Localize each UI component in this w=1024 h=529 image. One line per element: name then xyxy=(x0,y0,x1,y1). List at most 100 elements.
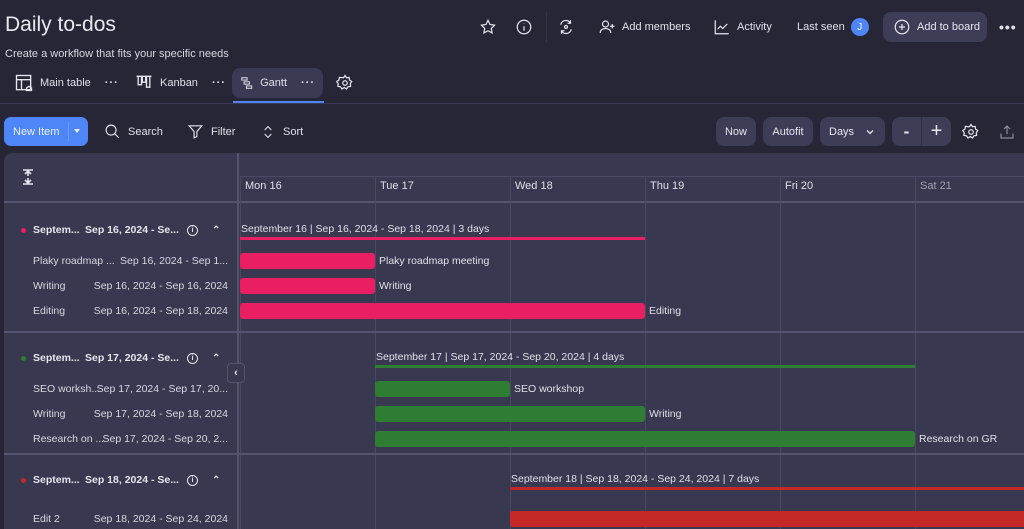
view-settings-button[interactable] xyxy=(328,68,362,98)
tab-main-table[interactable]: Main table ··· xyxy=(6,68,127,98)
group-row[interactable]: Septem... Sep 17, 2024 - Se... i ⌃ xyxy=(4,348,237,368)
sort-icon xyxy=(264,125,272,138)
task-bar-label: Research on GR xyxy=(919,433,998,445)
activity-button[interactable]: Activity xyxy=(713,14,772,40)
favorite-button[interactable] xyxy=(479,14,497,40)
group-summary-bar[interactable] xyxy=(375,365,915,368)
activity-label: Activity xyxy=(737,21,772,33)
search-icon xyxy=(105,124,120,139)
now-button[interactable]: Now xyxy=(716,117,756,146)
scale-select[interactable]: Days xyxy=(820,117,885,146)
tab-gantt[interactable]: Gantt ··· xyxy=(232,68,323,98)
task-row[interactable]: Plaky roadmap ... Sep 16, 2024 - Sep 1... xyxy=(4,252,237,270)
tabs-divider xyxy=(0,103,1024,104)
sync-icon xyxy=(560,19,572,35)
chevron-left-icon: ‹ xyxy=(234,367,238,379)
filter-button[interactable]: Filter xyxy=(187,117,235,146)
tab-options-icon[interactable]: ··· xyxy=(105,77,119,89)
task-bar[interactable] xyxy=(375,406,645,422)
chevron-up-icon[interactable]: ⌃ xyxy=(212,475,220,486)
tab-kanban-label: Kanban xyxy=(160,77,198,89)
task-bar-label: Plaky roadmap meeting xyxy=(379,255,490,267)
task-bar[interactable] xyxy=(375,431,915,447)
new-item-button[interactable]: New Item xyxy=(4,117,88,146)
task-bar[interactable] xyxy=(240,253,375,269)
day-gridline xyxy=(915,177,916,529)
group-color-dot xyxy=(21,478,26,483)
add-person-icon xyxy=(599,20,615,34)
activity-chart-icon xyxy=(714,20,729,35)
task-row[interactable]: Writing Sep 16, 2024 - Sep 16, 2024 xyxy=(4,277,237,295)
expand-collapse-all-icon[interactable] xyxy=(22,169,34,185)
group-summary-bar[interactable] xyxy=(240,237,645,240)
group-summary-bar[interactable] xyxy=(510,487,1024,490)
task-bar-label: Editing xyxy=(649,305,682,317)
task-name: Writing xyxy=(33,280,66,292)
day-label: Fri 20 xyxy=(785,180,814,192)
tab-options-icon[interactable]: ··· xyxy=(212,77,226,89)
zoom-controls: - + xyxy=(892,117,951,146)
group-date-range: Sep 16, 2024 - Se... xyxy=(85,224,179,236)
search-button[interactable]: Search xyxy=(104,117,163,146)
add-to-board-button[interactable]: Add to board xyxy=(883,12,987,42)
export-button[interactable] xyxy=(998,117,1016,146)
task-name: Edit 2 xyxy=(33,513,60,525)
filter-label: Filter xyxy=(211,125,236,138)
more-options-button[interactable]: ••• xyxy=(999,14,1017,40)
last-seen-button[interactable]: Last seen J xyxy=(797,14,869,40)
gear-icon xyxy=(336,74,353,90)
autofit-button[interactable]: Autofit xyxy=(763,117,813,146)
task-bar[interactable] xyxy=(510,511,1024,527)
task-date-range: Sep 17, 2024 - Sep 17, 20... xyxy=(96,383,228,395)
tab-gantt-label: Gantt xyxy=(260,77,287,89)
group-divider xyxy=(4,331,1024,333)
task-row[interactable]: Editing Sep 16, 2024 - Sep 18, 2024 xyxy=(4,302,237,320)
task-name: SEO worksh... xyxy=(33,383,101,395)
day-label: Wed 18 xyxy=(515,180,553,192)
info-icon[interactable]: i xyxy=(187,352,198,364)
task-date-range: Sep 17, 2024 - Sep 18, 2024 xyxy=(93,408,228,420)
group-row[interactable]: Septem... Sep 18, 2024 - Se... i ⌃ xyxy=(4,470,237,490)
split-divider xyxy=(68,122,69,141)
add-members-button[interactable]: Add members xyxy=(598,14,690,40)
group-divider xyxy=(4,453,1024,455)
sync-button[interactable] xyxy=(557,14,575,40)
chevron-up-icon[interactable]: ⌃ xyxy=(212,225,220,236)
info-icon[interactable]: i xyxy=(187,224,198,236)
task-date-range: Sep 17, 2024 - Sep 20, 2... xyxy=(102,433,228,445)
task-row[interactable]: Research on ... Sep 17, 2024 - Sep 20, 2.… xyxy=(4,430,237,448)
zoom-in-button[interactable]: + xyxy=(922,120,951,143)
collapse-pane-button[interactable]: ‹ xyxy=(227,363,245,383)
task-row[interactable]: Edit 2 Sep 18, 2024 - Sep 24, 2024 xyxy=(4,510,237,528)
plus-circle-icon xyxy=(894,19,910,35)
task-name: Research on ... xyxy=(33,433,105,445)
info-icon[interactable]: i xyxy=(187,474,198,486)
header-divider xyxy=(546,12,547,42)
task-row[interactable]: Writing Sep 17, 2024 - Sep 18, 2024 xyxy=(4,405,237,423)
task-bar[interactable] xyxy=(375,381,510,397)
chevron-down-icon xyxy=(866,129,874,134)
caret-down-icon[interactable] xyxy=(74,129,80,133)
sort-button[interactable]: Sort xyxy=(260,117,303,146)
chevron-up-icon[interactable]: ⌃ xyxy=(212,353,220,364)
new-item-label: New Item xyxy=(13,125,60,138)
add-to-board-label: Add to board xyxy=(917,21,980,33)
info-icon xyxy=(516,19,532,35)
task-date-range: Sep 16, 2024 - Sep 1... xyxy=(120,255,228,267)
gantt-settings-button[interactable] xyxy=(962,117,980,146)
pane-divider[interactable] xyxy=(237,153,239,529)
task-date-range: Sep 16, 2024 - Sep 18, 2024 xyxy=(93,305,228,317)
group-row[interactable]: Septem... Sep 16, 2024 - Se... i ⌃ xyxy=(4,220,237,240)
info-button[interactable] xyxy=(515,14,533,40)
task-row[interactable]: SEO worksh... Sep 17, 2024 - Sep 17, 20..… xyxy=(4,380,237,398)
tab-kanban[interactable]: Kanban ··· xyxy=(126,68,234,98)
last-seen-label: Last seen xyxy=(797,21,845,33)
gantt-icon xyxy=(241,77,253,89)
group-date-range: Sep 18, 2024 - Se... xyxy=(85,474,179,486)
avatar[interactable]: J xyxy=(850,18,869,36)
tab-options-icon[interactable]: ··· xyxy=(301,77,315,89)
task-bar[interactable] xyxy=(240,303,645,319)
zoom-out-button[interactable]: - xyxy=(892,122,921,142)
table-home-icon xyxy=(15,74,33,92)
task-bar[interactable] xyxy=(240,278,375,294)
